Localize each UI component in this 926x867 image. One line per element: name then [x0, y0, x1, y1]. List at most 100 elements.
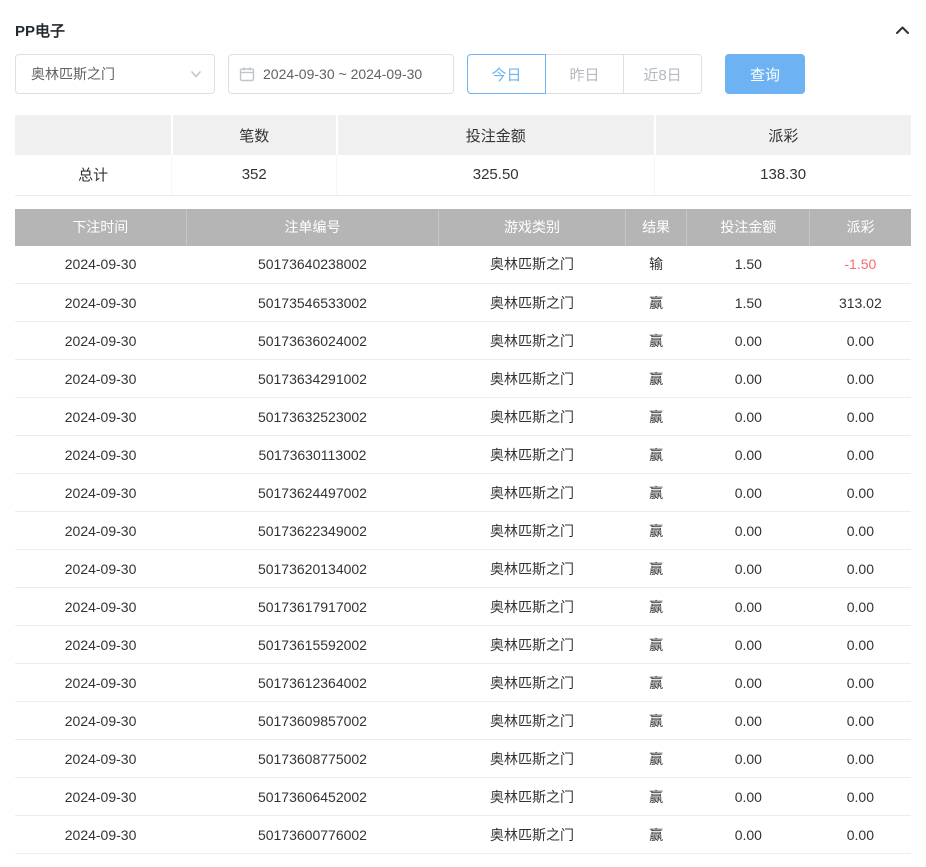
table-row: 2024-09-3050173636024002奥林匹斯之门赢0.000.00 — [15, 322, 911, 360]
table-row: 2024-09-3050173640238002奥林匹斯之门输1.50-1.50 — [15, 246, 911, 284]
cell-result: 赢 — [625, 284, 687, 322]
cell-game-category: 奥林匹斯之门 — [439, 360, 625, 398]
cell-order-number: 50173640238002 — [186, 246, 439, 284]
cell-bet-time: 2024-09-30 — [15, 740, 186, 778]
cell-bet-amount: 0.00 — [687, 626, 810, 664]
cell-bet-time: 2024-09-30 — [15, 778, 186, 816]
cell-result: 赢 — [625, 702, 687, 740]
header-bet-amount: 投注金额 — [687, 209, 810, 246]
cell-bet-time: 2024-09-30 — [15, 664, 186, 702]
table-row: 2024-09-3050173608775002奥林匹斯之门赢0.000.00 — [15, 740, 911, 778]
cell-payout: -1.50 — [810, 246, 911, 284]
summary-total-count: 352 — [172, 155, 337, 195]
today-button[interactable]: 今日 — [467, 54, 546, 94]
table-row: 2024-09-3050173612364002奥林匹斯之门赢0.000.00 — [15, 664, 911, 702]
table-row: 2024-09-3050173600776002奥林匹斯之门赢0.000.00 — [15, 816, 911, 854]
cell-result: 赢 — [625, 512, 687, 550]
game-select-value: 奥林匹斯之门 — [31, 64, 115, 84]
cell-bet-amount: 1.50 — [687, 284, 810, 322]
cell-game-category: 奥林匹斯之门 — [439, 512, 625, 550]
table-row: 2024-09-3050173609857002奥林匹斯之门赢0.000.00 — [15, 702, 911, 740]
cell-bet-time: 2024-09-30 — [15, 322, 186, 360]
cell-order-number: 50173546533002 — [186, 284, 439, 322]
cell-payout: 0.00 — [810, 588, 911, 626]
cell-game-category: 奥林匹斯之门 — [439, 246, 625, 284]
cell-order-number: 50173622349002 — [186, 512, 439, 550]
table-row: 2024-09-3050173634291002奥林匹斯之门赢0.000.00 — [15, 360, 911, 398]
cell-order-number: 50173615592002 — [186, 626, 439, 664]
cell-bet-amount: 0.00 — [687, 474, 810, 512]
cell-payout: 0.00 — [810, 322, 911, 360]
collapse-chevron-up-icon[interactable] — [894, 22, 911, 39]
cell-bet-amount: 0.00 — [687, 398, 810, 436]
cell-order-number: 50173620134002 — [186, 550, 439, 588]
cell-bet-time: 2024-09-30 — [15, 626, 186, 664]
cell-payout: 0.00 — [810, 512, 911, 550]
cell-order-number: 50173636024002 — [186, 322, 439, 360]
cell-result: 输 — [625, 246, 687, 284]
cell-result: 赢 — [625, 778, 687, 816]
cell-payout: 0.00 — [810, 398, 911, 436]
game-select[interactable]: 奥林匹斯之门 — [15, 54, 215, 94]
cell-order-number: 50173609857002 — [186, 702, 439, 740]
calendar-icon — [239, 66, 255, 82]
table-row: 2024-09-3050173617917002奥林匹斯之门赢0.000.00 — [15, 588, 911, 626]
cell-result: 赢 — [625, 550, 687, 588]
cell-bet-time: 2024-09-30 — [15, 246, 186, 284]
cell-payout: 0.00 — [810, 664, 911, 702]
cell-bet-time: 2024-09-30 — [15, 474, 186, 512]
cell-result: 赢 — [625, 816, 687, 854]
cell-game-category: 奥林匹斯之门 — [439, 740, 625, 778]
cell-bet-time: 2024-09-30 — [15, 360, 186, 398]
summary-total-payout: 138.30 — [655, 155, 911, 195]
cell-bet-time: 2024-09-30 — [15, 702, 186, 740]
cell-bet-amount: 0.00 — [687, 360, 810, 398]
cell-bet-amount: 0.00 — [687, 512, 810, 550]
cell-bet-amount: 0.00 — [687, 702, 810, 740]
summary-header-payout: 派彩 — [655, 115, 911, 155]
table-row: 2024-09-3050173620134002奥林匹斯之门赢0.000.00 — [15, 550, 911, 588]
summary-header-count: 笔数 — [172, 115, 337, 155]
cell-order-number: 50173624497002 — [186, 474, 439, 512]
cell-result: 赢 — [625, 474, 687, 512]
cell-result: 赢 — [625, 740, 687, 778]
yesterday-button[interactable]: 昨日 — [545, 54, 624, 94]
cell-order-number: 50173600776002 — [186, 816, 439, 854]
cell-game-category: 奥林匹斯之门 — [439, 284, 625, 322]
summary-header-blank — [15, 115, 172, 155]
cell-order-number: 50173634291002 — [186, 360, 439, 398]
records-table: 下注时间 注单编号 游戏类别 结果 投注金额 派彩 2024-09-305017… — [15, 209, 911, 855]
cell-payout: 0.00 — [810, 740, 911, 778]
quick-range-button-group: 今日 昨日 近8日 — [467, 54, 702, 94]
cell-bet-amount: 0.00 — [687, 550, 810, 588]
table-row: 2024-09-3050173624497002奥林匹斯之门赢0.000.00 — [15, 474, 911, 512]
cell-game-category: 奥林匹斯之门 — [439, 588, 625, 626]
cell-result: 赢 — [625, 398, 687, 436]
cell-order-number: 50173617917002 — [186, 588, 439, 626]
table-row: 2024-09-3050173615592002奥林匹斯之门赢0.000.00 — [15, 626, 911, 664]
cell-order-number: 50173632523002 — [186, 398, 439, 436]
cell-game-category: 奥林匹斯之门 — [439, 816, 625, 854]
cell-bet-amount: 0.00 — [687, 740, 810, 778]
cell-result: 赢 — [625, 436, 687, 474]
cell-bet-time: 2024-09-30 — [15, 284, 186, 322]
last-8-days-button[interactable]: 近8日 — [623, 54, 702, 94]
summary-header-row: 笔数 投注金额 派彩 — [15, 115, 911, 155]
chevron-down-icon — [190, 68, 202, 80]
table-row: 2024-09-3050173632523002奥林匹斯之门赢0.000.00 — [15, 398, 911, 436]
header-game-category: 游戏类别 — [439, 209, 625, 246]
header-payout: 派彩 — [810, 209, 911, 246]
cell-bet-amount: 0.00 — [687, 816, 810, 854]
date-range-picker[interactable]: 2024-09-30 ~ 2024-09-30 — [228, 54, 454, 94]
summary-total-row: 总计 352 325.50 138.30 — [15, 155, 911, 195]
summary-total-bet: 325.50 — [337, 155, 655, 195]
search-button[interactable]: 查询 — [725, 54, 805, 94]
cell-result: 赢 — [625, 664, 687, 702]
cell-bet-time: 2024-09-30 — [15, 550, 186, 588]
cell-result: 赢 — [625, 322, 687, 360]
records-body: 2024-09-3050173640238002奥林匹斯之门输1.50-1.50… — [15, 246, 911, 854]
cell-bet-time: 2024-09-30 — [15, 588, 186, 626]
cell-bet-amount: 0.00 — [687, 322, 810, 360]
cell-bet-amount: 0.00 — [687, 436, 810, 474]
cell-payout: 0.00 — [810, 550, 911, 588]
